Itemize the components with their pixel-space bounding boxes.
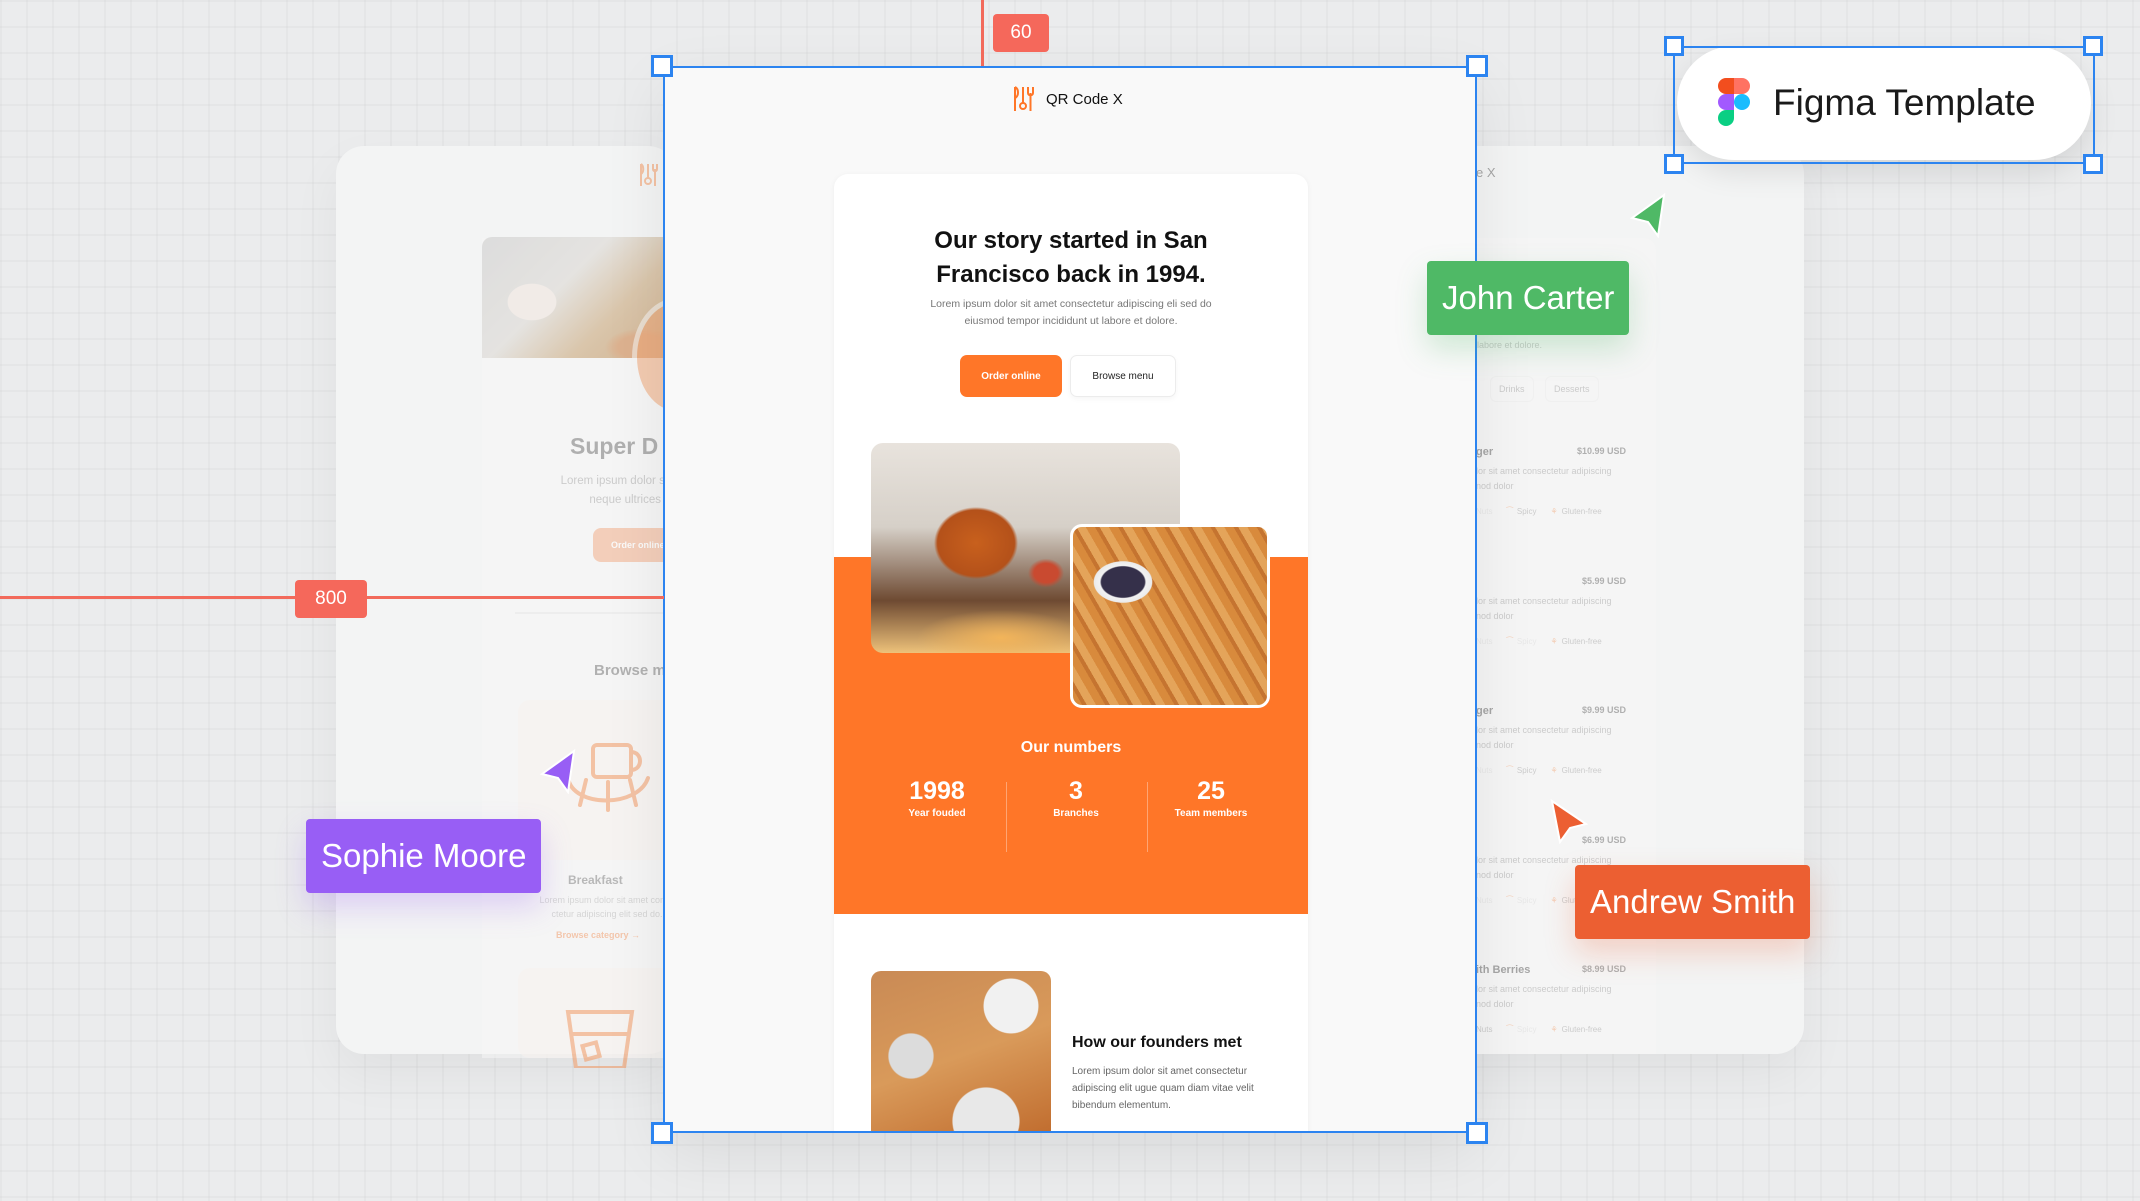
numbers-title: Our numbers [1020,739,1122,756]
collaborator-tag-sophie: Sophie Moore [306,819,542,893]
menu-item-price: $5.99 USD [1581,576,1626,586]
figma-template-badge: Figma Template [1677,46,2091,160]
menu-tag: Nuts [1476,637,1493,646]
left-category-card-2[interactable] [518,968,688,1068]
left-divider [515,612,685,614]
badge-handle-top-left[interactable] [1664,36,1684,56]
chili-icon: ⁀ [1506,766,1513,775]
resize-handle-bottom-right[interactable] [1466,1122,1488,1144]
browse-menu-button[interactable]: Browse menu [1070,355,1176,397]
cursor-john-icon [1629,192,1666,238]
right-brand: e X [1476,165,1496,180]
stat-value: 25 [1197,777,1225,805]
stat-value: 3 [1069,777,1083,805]
menu-item-description: lor sit amet consectetur adipiscing nod d… [1476,596,1612,621]
category-name: Breakfast [568,873,623,887]
chili-icon: ⁀ [1506,896,1513,905]
menu-tag: Gluten-free [1561,507,1602,516]
wheat-icon: ⚘ [1550,896,1558,905]
resize-handle-bottom-left[interactable] [651,1122,673,1144]
hero-text: Lorem ipsum dolor sit amet consectetur a… [930,298,1212,327]
menu-item-name: ger [1476,446,1494,458]
measure-line-vertical [981,0,984,66]
cutlery-logo-icon [1014,86,1034,111]
fries-photo [1070,524,1270,708]
collaborator-tag-andrew: Andrew Smith [1575,865,1811,939]
wheat-icon: ⚘ [1550,1025,1558,1034]
left-logo-icon [638,162,660,193]
cursor-sophie-icon [539,748,576,794]
measure-badge-top: 60 [993,14,1049,52]
menu-item-tags: Nuts ⁀Spicy ⚘Gluten-free [1476,1025,1616,1034]
figma-logo-icon [1718,78,1750,126]
menu-item-name: ger [1476,705,1494,717]
founders-photo [871,971,1051,1132]
stat-year-founded: 1998 Year fouded [867,774,1007,819]
wheat-icon: ⚘ [1550,637,1558,646]
stat-branches: 3 Branches [1006,774,1146,819]
stat-label: Branches [1053,808,1099,819]
wheat-icon: ⚘ [1550,766,1558,775]
chili-icon: ⁀ [1506,1025,1513,1034]
menu-tag: Gluten-free [1561,766,1602,775]
wheat-icon: ⚘ [1550,507,1558,516]
badge-handle-bottom-left[interactable] [1664,154,1684,174]
menu-item-tags: Nuts ⁀Spicy ⚘Gluten-free [1476,507,1616,516]
tab-drinks[interactable]: Drinks [1490,376,1534,402]
menu-item-price: $9.99 USD [1581,705,1626,715]
left-title: Super D [570,433,659,459]
stat-label: Year fouded [908,808,966,819]
right-text: labore et dolore. [1477,340,1543,350]
stat-value: 1998 [909,777,965,805]
menu-tag: Spicy [1516,637,1537,646]
resize-handle-top-left[interactable] [651,55,673,77]
menu-tag: Spicy [1516,1025,1537,1034]
left-browse-heading: Browse m [594,662,666,679]
collaborator-tag-john: John Carter [1427,261,1630,335]
menu-item-description: lor sit amet consectetur adipiscing nod d… [1476,725,1612,750]
left-text-line2: neque ultrices p [589,494,671,506]
menu-item-name: ith Berries [1476,964,1531,976]
resize-handle-top-right[interactable] [1466,55,1488,77]
order-online-button[interactable]: Order online [960,355,1062,397]
menu-item-price: $10.99 USD [1576,446,1626,456]
menu-item-price: $8.99 USD [1581,964,1626,974]
measure-badge-left: 800 [295,580,367,618]
menu-item-description: lor sit amet consectetur adipiscing nod d… [1476,984,1612,1009]
menu-tag: Spicy [1516,896,1537,905]
chili-icon: ⁀ [1506,637,1513,646]
menu-tag: Nuts [1476,896,1493,905]
figma-template-label: Figma Template [1773,82,2036,123]
menu-tag: Gluten-free [1561,1025,1602,1034]
menu-tag: Nuts [1476,766,1493,775]
email-frame[interactable]: QR Code X Our story started in San Franc… [664,67,1476,1132]
browse-category-link[interactable]: Browse category → [556,930,640,940]
email-content-card: Our story started in San Francisco back … [834,174,1308,1132]
badge-handle-top-right[interactable] [2083,36,2103,56]
cursor-andrew-icon [1550,798,1588,844]
badge-handle-bottom-right[interactable] [2083,154,2103,174]
stat-label: Team members [1174,808,1248,819]
menu-item-tags: Nuts ⁀Spicy ⚘Gluten-free [1476,766,1616,775]
founders-text: Lorem ipsum dolor sit amet consectetur a… [1072,1066,1254,1111]
menu-tag: Spicy [1516,766,1537,775]
founders-title: How our founders met [1072,1034,1242,1051]
menu-item-tags: Nuts ⁀Spicy ⚘Gluten-free [1476,637,1616,646]
email-header: QR Code X [1012,85,1123,113]
menu-tag: Nuts [1476,1025,1493,1034]
menu-tag: Nuts [1476,507,1493,516]
tab-desserts[interactable]: Desserts [1545,376,1599,402]
menu-item-description: lor sit amet consectetur adipiscing nod d… [1476,466,1612,491]
hero-title: Our story started in San Francisco back … [934,227,1208,288]
drink-icon [565,1010,635,1068]
menu-tag: Spicy [1516,507,1537,516]
stat-team-members: 25 Team members [1141,774,1281,819]
category-description: Lorem ipsum dolor sit amet conse ctetur … [539,895,675,919]
brand-name: QR Code X [1046,90,1123,108]
menu-tag: Gluten-free [1561,637,1602,646]
chili-icon: ⁀ [1506,507,1513,516]
